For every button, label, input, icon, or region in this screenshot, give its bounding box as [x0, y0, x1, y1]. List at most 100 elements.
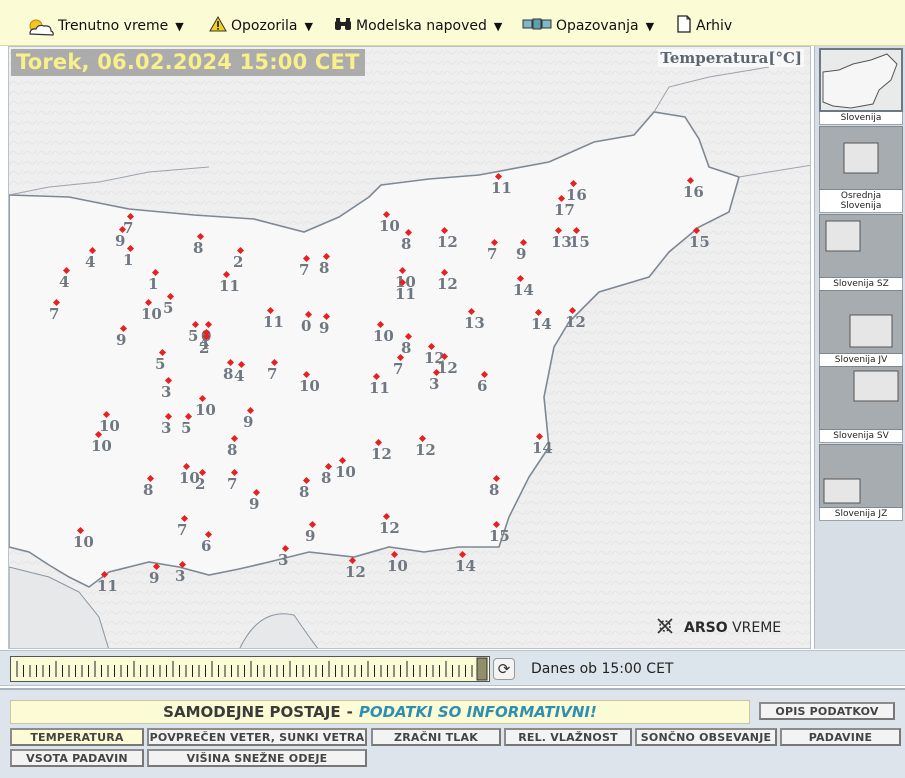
btn-snezna-odeja[interactable]: VIŠINA SNEŽNE ODEJE [147, 749, 367, 767]
station-temperature: 1 [148, 275, 159, 293]
btn-padavine[interactable]: PADAVINE [780, 728, 901, 746]
btn-vsota-padavin[interactable]: VSOTA PADAVIN [10, 749, 144, 767]
station-temperature: 15 [569, 233, 590, 251]
station-temperature: 12 [379, 519, 400, 537]
station-temperature: 9 [243, 413, 254, 431]
station-temperature: 7 [487, 245, 498, 263]
nav-modelska-napoved[interactable]: Modelska napoved ▼ [334, 14, 502, 38]
region-thumb-jz[interactable]: Slovenija JZ [819, 444, 903, 521]
region-thumbnail [819, 48, 903, 112]
station-temperature: 11 [219, 277, 240, 295]
btn-soncno-obsevanje[interactable]: SONČNO OBSEVANJE [635, 728, 777, 746]
nav-arhiv[interactable]: Arhiv [676, 14, 732, 38]
station-temperature: 10 [73, 533, 94, 551]
logo-brand: ARSO [684, 620, 728, 636]
station-temperature: 11 [369, 379, 390, 397]
station-temperature: 9 [516, 245, 527, 263]
station-temperature: 4 [85, 253, 96, 271]
station-temperature: 8 [401, 235, 412, 253]
station-temperature: 1 [123, 251, 134, 269]
opis-podatkov-button[interactable]: OPIS PODATKOV [759, 702, 895, 720]
station-temperature: 9 [149, 569, 160, 587]
station-temperature: 5 [188, 327, 199, 345]
station-temperature: 5 [163, 299, 174, 317]
station-temperature: 2 [233, 253, 244, 271]
time-slider[interactable] [10, 656, 490, 682]
region-thumb-osrednja[interactable]: Osrednja Slovenija [819, 126, 903, 213]
timeline-status: Danes ob 15:00 CET [531, 661, 674, 677]
region-thumb-sz[interactable]: Slovenija SZ [819, 214, 903, 291]
region-thumb-jv[interactable]: Slovenija JV [819, 290, 903, 367]
refresh-icon: ⟳ [497, 660, 511, 678]
station-temperature: 8 [193, 239, 204, 257]
panel-separator: - [346, 703, 353, 721]
region-label: Slovenija JZ [819, 508, 903, 521]
station-temperature: 10 [141, 305, 162, 323]
btn-temperatura[interactable]: TEMPERATURA [10, 728, 144, 746]
map-datetime: Torek, 06.02.2024 15:00 CET [11, 49, 365, 76]
region-thumbnail [819, 366, 903, 430]
nav-label: Arhiv [696, 18, 733, 34]
nav-trenutno-vreme[interactable]: Trenutno vreme ▼ [24, 14, 184, 38]
station-temperature: 0 [301, 317, 312, 335]
nav-label: Opozorila [231, 18, 298, 34]
temperature-map[interactable]: 1116171613151510812791214974182781110111… [8, 46, 811, 649]
station-temperature: 10 [335, 463, 356, 481]
station-temperature: 3 [161, 383, 172, 401]
station-temperature: 8 [401, 339, 412, 357]
station-temperature: 15 [689, 233, 710, 251]
station-temperature: 7 [267, 365, 278, 383]
station-temperature: 7 [177, 521, 188, 539]
top-navigation: Trenutno vreme ▼ Opozorila ▼ Modelska na… [0, 0, 905, 46]
station-temperature: 2 [195, 475, 206, 493]
document-icon [676, 14, 692, 38]
station-temperature: 14 [531, 315, 552, 333]
logo-text: VREME [732, 620, 782, 636]
station-temperature: 10 [379, 217, 400, 235]
station-temperature: 3 [429, 375, 440, 393]
btn-vlaznost[interactable]: REL. VLAŽNOST [504, 728, 632, 746]
arso-logo: ARSO VREME [654, 615, 781, 641]
station-temperature: 11 [395, 285, 416, 303]
parameter-label: Temperatura[°C] [658, 49, 804, 67]
station-temperature: 11 [491, 179, 512, 197]
station-layer: 1116171613151510812791214974182781110111… [9, 47, 810, 648]
station-temperature: 9 [116, 331, 127, 349]
station-temperature: 16 [683, 183, 704, 201]
station-temperature: 14 [513, 281, 534, 299]
station-temperature: 9 [305, 527, 316, 545]
station-temperature: 12 [415, 441, 436, 459]
station-temperature: 10 [91, 437, 112, 455]
region-thumbnail [819, 444, 903, 508]
region-thumb-sv[interactable]: Slovenija SV [819, 366, 903, 443]
btn-veter[interactable]: POVPREČEN VETER, SUNKI VETRA [147, 728, 367, 746]
station-temperature: 7 [299, 261, 310, 279]
station-temperature: 14 [532, 439, 553, 457]
station-temperature: 12 [565, 313, 586, 331]
station-temperature: 7 [123, 219, 134, 237]
station-temperature: 9 [249, 495, 260, 513]
refresh-button[interactable]: ⟳ [493, 658, 515, 680]
region-thumb-slovenija[interactable]: Slovenija [819, 48, 903, 125]
chevron-down-icon: ▼ [304, 19, 313, 33]
station-temperature: 8 [227, 441, 238, 459]
station-temperature: 17 [554, 201, 575, 219]
slider-handle[interactable] [476, 657, 488, 681]
station-temperature: 12 [437, 359, 458, 377]
timeline-bar: ⟳ Danes ob 15:00 CET [0, 650, 905, 686]
station-temperature: 4 [234, 367, 245, 385]
station-temperature: 11 [263, 313, 284, 331]
station-temperature: 4 [59, 273, 70, 291]
btn-zracni-tlak[interactable]: ZRAČNI TLAK [371, 728, 501, 746]
chevron-down-icon: ▼ [493, 19, 503, 33]
station-temperature: 12 [437, 233, 458, 251]
station-temperature: 8 [299, 483, 310, 501]
time-ticks [16, 657, 488, 681]
nav-opozorila[interactable]: Opozorila ▼ [209, 14, 313, 38]
station-temperature: 15 [489, 527, 510, 545]
nav-opazovanja[interactable]: Opazovanja ▼ [522, 14, 654, 38]
station-temperature: 10 [99, 417, 120, 435]
panel-headline: SAMODEJNE POSTAJE - PODATKI SO INFORMATI… [10, 700, 750, 724]
region-thumbnail [819, 126, 903, 190]
satellite-icon [522, 14, 552, 38]
